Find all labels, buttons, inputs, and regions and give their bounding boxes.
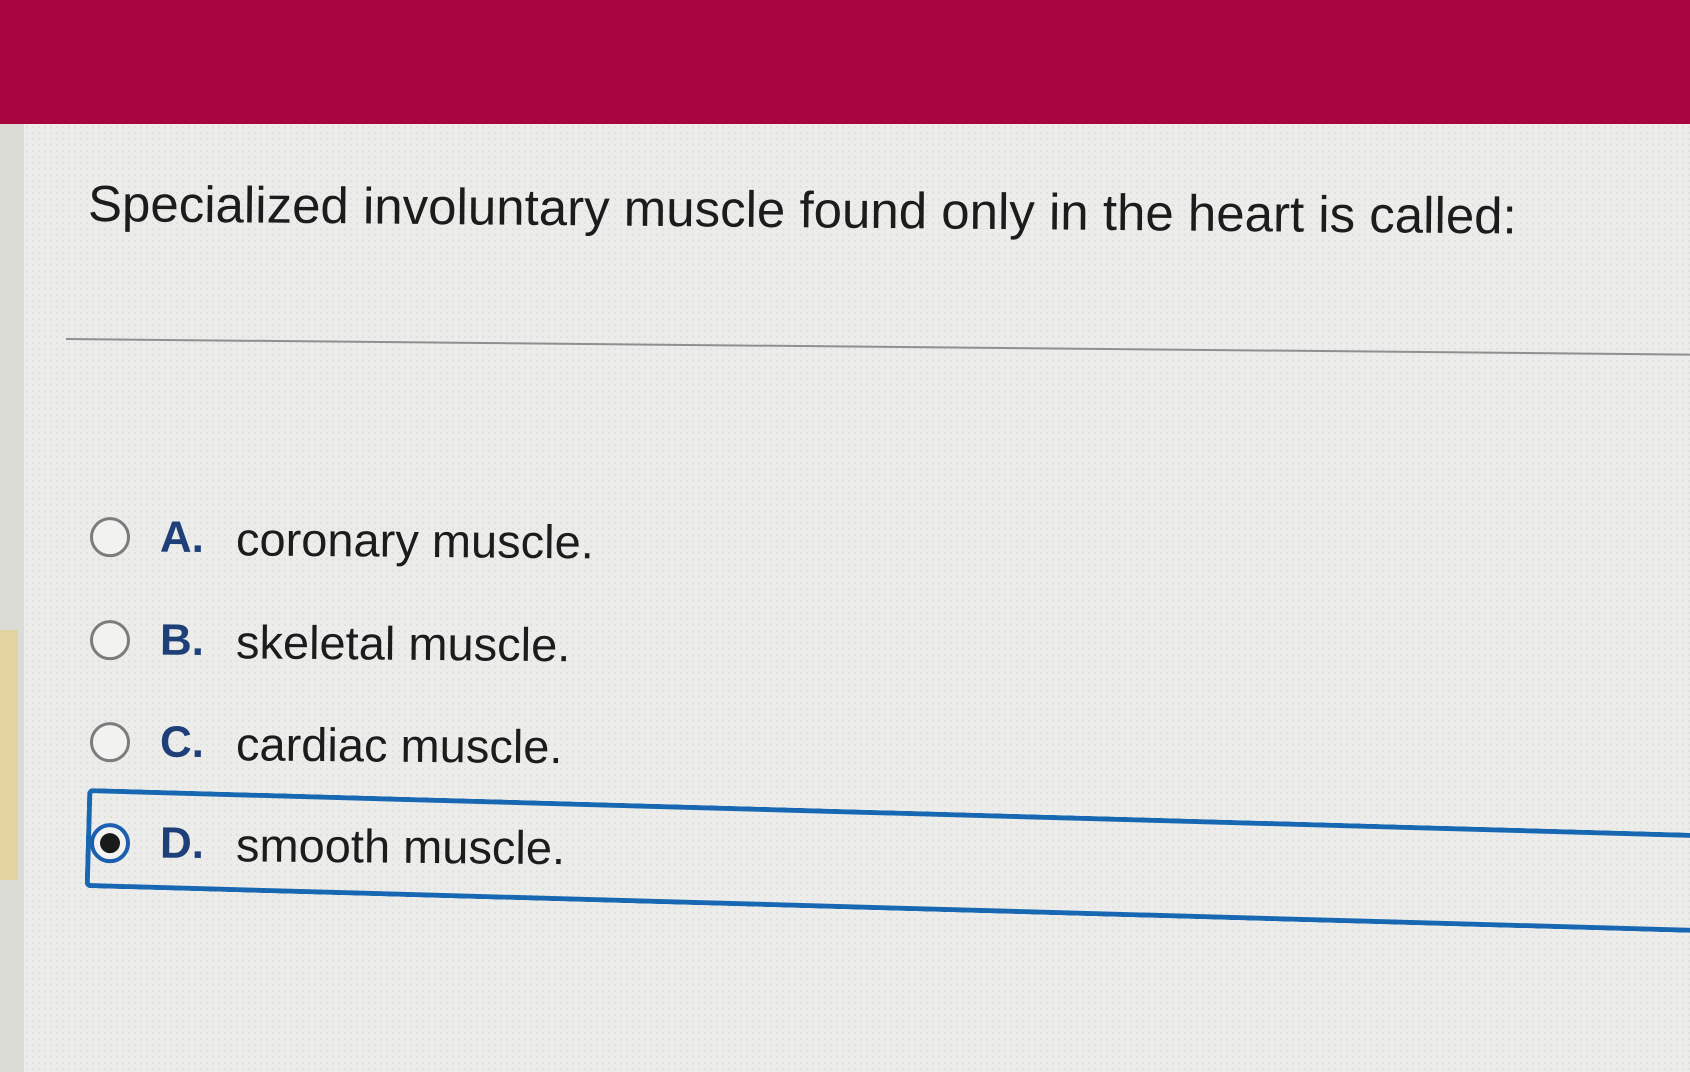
option-text-a[interactable]: coronary muscle. bbox=[236, 511, 594, 569]
option-letter-a: A. bbox=[159, 512, 205, 562]
radio-button-b[interactable] bbox=[89, 620, 131, 661]
option-c[interactable]: C. cardiac muscle. bbox=[89, 707, 563, 781]
option-d[interactable]: D. smooth muscle. bbox=[89, 808, 566, 882]
radio-button-a[interactable] bbox=[89, 517, 131, 558]
option-text-c[interactable]: cardiac muscle. bbox=[236, 716, 563, 774]
option-text-b[interactable]: skeletal muscle. bbox=[236, 614, 571, 672]
option-text-d[interactable]: smooth muscle. bbox=[236, 817, 566, 875]
option-b[interactable]: B. skeletal muscle. bbox=[89, 605, 571, 679]
radio-selected-dot-icon bbox=[99, 833, 121, 854]
option-letter-c: C. bbox=[159, 717, 205, 767]
radio-button-d-selected[interactable] bbox=[89, 823, 131, 864]
option-letter-b: B. bbox=[159, 615, 205, 665]
answer-options: A. coronary muscle. B. skeletal muscle. … bbox=[0, 0, 1690, 1072]
radio-button-c[interactable] bbox=[89, 722, 131, 763]
option-letter-d: D. bbox=[159, 818, 205, 868]
option-a[interactable]: A. coronary muscle. bbox=[89, 502, 594, 576]
